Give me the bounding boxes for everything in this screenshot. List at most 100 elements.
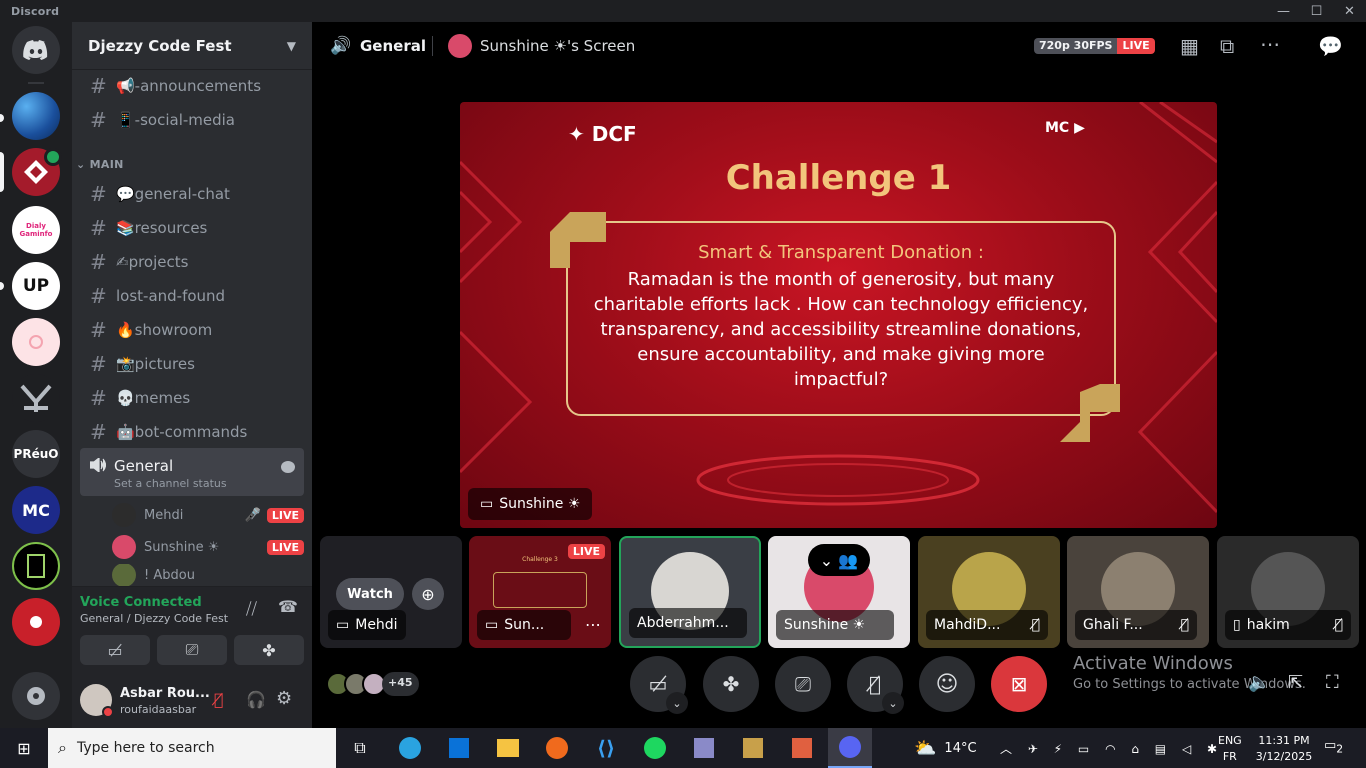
stop-stream-button[interactable]: ⊠ — [991, 656, 1047, 712]
voice-user[interactable]: Sunshine ☀ LIVE — [112, 532, 304, 562]
channel-pictures[interactable]: # 📸pictures — [80, 348, 304, 380]
channel-announcements[interactable]: # 📢-announcements — [80, 70, 304, 102]
server-preuo[interactable]: PRéuO — [12, 430, 60, 478]
weather-icon: ⛅ — [914, 738, 937, 759]
server-icon[interactable] — [12, 542, 60, 590]
voice-connected-panel: Voice Connected General / Djezzy Code Fe… — [72, 586, 312, 672]
popout-icon[interactable]: ⇱ — [1288, 672, 1303, 693]
watch-popout-icon[interactable]: ⊕ — [412, 578, 444, 610]
participant-tile[interactable]: Ghali F... 🎙̸ — [1067, 536, 1209, 648]
popout-icon[interactable]: ⧉ — [1220, 34, 1234, 58]
muted-icon: 🎤̸ — [244, 507, 261, 523]
noise-suppression-icon[interactable]: ⧸⧸ — [246, 599, 257, 619]
watch-button[interactable]: Watch — [336, 578, 404, 610]
discord-icon — [23, 40, 48, 60]
voice-status[interactable]: Voice Connected — [80, 595, 202, 610]
live-badge: LIVE — [266, 539, 304, 555]
participant-avatars[interactable]: +45 — [326, 672, 419, 696]
participant-tile[interactable]: ⌄ 👥 Sunshine ☀ — [768, 536, 910, 648]
screen-share-icon: ⎚ — [795, 672, 811, 696]
channel-projects[interactable]: # ✍projects — [80, 246, 304, 278]
disconnect-icon[interactable]: ☎ — [278, 597, 298, 616]
discover-button[interactable] — [12, 672, 60, 720]
server-icon[interactable] — [12, 598, 60, 646]
taskbar-search[interactable]: ⌕ Type here to search — [48, 728, 336, 768]
server-icon[interactable] — [12, 92, 60, 140]
chevron-down-icon[interactable]: ⌄ — [882, 692, 904, 714]
channel-memes[interactable]: # 💀memes — [80, 382, 304, 414]
screen-icon: ▭ — [480, 496, 494, 512]
headphones-icon[interactable]: 🎧 — [246, 690, 266, 709]
chevron-down-icon[interactable]: ⌄ — [666, 692, 688, 714]
category-main[interactable]: ⌄ MAIN — [76, 158, 124, 171]
chat-icon[interactable]: 💬 — [1318, 34, 1343, 58]
server-list: Dialy Gaminfo UP PRéuO MC — [0, 22, 72, 728]
speaker-icon — [44, 148, 62, 166]
app-icon[interactable] — [682, 728, 726, 768]
firefox-icon[interactable] — [535, 728, 579, 768]
activities-button[interactable]: ✤ — [234, 635, 304, 665]
mic-muted-icon: 🎙̸ — [1031, 617, 1040, 633]
slide-body: Ramadan is the month of generosity, but … — [593, 269, 1089, 390]
voice-channel-general[interactable]: General Set a channel status — [80, 448, 304, 496]
server-icon[interactable] — [12, 374, 60, 422]
participant-tile[interactable]: ▯ hakim 🎙̸ — [1217, 536, 1359, 648]
voice-user[interactable]: Mehdi 🎤̸ LIVE — [112, 500, 304, 530]
emoji-button[interactable]: ☺ — [919, 656, 975, 712]
channel-social-media[interactable]: # 📱-social-media — [80, 104, 304, 136]
participant-tile[interactable]: MahdiD... 🎙̸ — [918, 536, 1060, 648]
live-badge: LIVE — [266, 507, 304, 523]
participant-tile[interactable]: Watch ⊕ ▭ Mehdi — [320, 536, 462, 648]
server-algiers-up[interactable]: UP — [12, 262, 60, 310]
participant-tile[interactable]: Abderrahm... — [619, 536, 761, 648]
mic-muted-icon[interactable]: 🎙̸ — [214, 690, 224, 709]
channel-resources[interactable]: # 📚resources — [80, 212, 304, 244]
share-screen-button[interactable]: ⎚ — [157, 635, 227, 665]
store-icon[interactable] — [437, 728, 481, 768]
guild-header[interactable]: Djezzy Code Fest ▼ — [72, 22, 312, 70]
channel-bot-commands[interactable]: # 🤖bot-commands — [80, 416, 304, 448]
vscode-icon[interactable]: ⟨⟩ — [584, 728, 628, 768]
app-icon[interactable] — [780, 728, 824, 768]
weather-widget[interactable]: ⛅ 14°C — [914, 738, 977, 759]
system-tray[interactable]: ︿ ✈ ⚡ ▭ ◠ ⌂ ▤ ◁ ✱ — [1000, 740, 1223, 757]
volume-icon[interactable]: 🔈 — [1248, 672, 1270, 693]
app-icon[interactable] — [731, 728, 775, 768]
telegram-icon[interactable] — [388, 728, 432, 768]
server-icon[interactable]: Dialy Gaminfo — [12, 206, 60, 254]
voice-user[interactable]: ! Abdou — [112, 564, 304, 586]
fullscreen-icon[interactable]: ⛶ — [1326, 672, 1339, 693]
stream-quality-badge: 720p 30FPS LIVE — [1034, 38, 1155, 54]
spotify-icon[interactable] — [633, 728, 677, 768]
grid-icon[interactable]: ▦ — [1180, 34, 1199, 58]
server-icon[interactable] — [12, 318, 60, 366]
channel-status[interactable]: Set a channel status — [114, 477, 227, 490]
screen-share-view[interactable]: ✦ DCF MC ▶ Challenge 1 Smart & Transpare… — [460, 102, 1217, 528]
voice-location[interactable]: General / Djezzy Code Fest — [80, 612, 228, 625]
file-explorer-icon[interactable] — [486, 728, 530, 768]
activate-windows-title: Activate Windows — [1073, 653, 1233, 674]
channel-showroom[interactable]: # 🔥showroom — [80, 314, 304, 346]
more-icon[interactable]: ⋯ — [1260, 32, 1280, 56]
activities-button[interactable]: ✤ — [703, 656, 759, 712]
language-indicator[interactable]: ENG FR — [1218, 733, 1242, 765]
participant-name: Sunshine ☀ — [776, 610, 894, 640]
discord-taskbar-icon[interactable] — [828, 728, 872, 768]
gear-icon[interactable]: ⚙ — [276, 688, 292, 709]
minimize-button[interactable]: — — [1267, 0, 1300, 22]
participants-toggle[interactable]: ⌄ 👥 — [808, 544, 870, 576]
home-button[interactable] — [12, 26, 60, 74]
task-view-icon[interactable]: ⧉ — [338, 728, 382, 768]
server-micro-club[interactable]: MC — [12, 486, 60, 534]
participant-tile[interactable]: Challenge 3 LIVE ▭ Sun... ⋯ — [469, 536, 611, 648]
maximize-button[interactable]: ☐ — [1300, 0, 1333, 22]
channel-lost-and-found[interactable]: # lost-and-found — [80, 280, 304, 312]
channel-general-chat[interactable]: # 💬general-chat — [80, 178, 304, 210]
share-screen-button[interactable]: ⎚ — [775, 656, 831, 712]
camera-button[interactable]: ▭̸ — [80, 635, 150, 665]
notifications-icon[interactable]: ▭2 — [1324, 738, 1343, 756]
clock[interactable]: 11:31 PM 3/12/2025 — [1254, 733, 1314, 765]
close-button[interactable]: ✕ — [1333, 0, 1366, 22]
user-display-name[interactable]: Asbar Rou... — [120, 686, 210, 701]
start-button[interactable]: ⊞ — [2, 728, 46, 768]
